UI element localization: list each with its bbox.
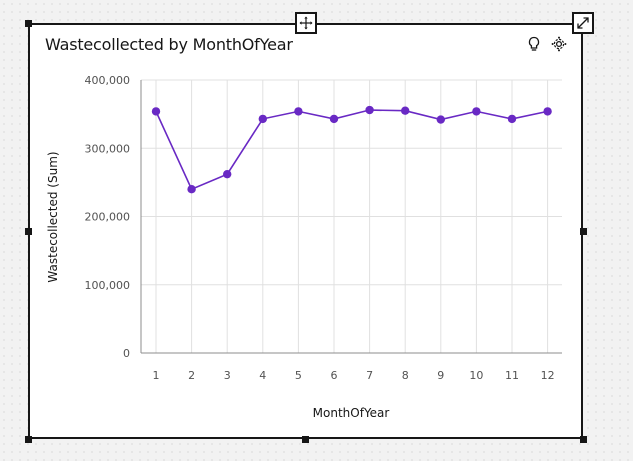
move-icon[interactable]: [295, 12, 317, 34]
resize-handle-bottom-right[interactable]: [580, 436, 587, 443]
y-tick-label: 300,000: [85, 142, 131, 155]
resize-handle-left[interactable]: [25, 228, 32, 235]
x-tick-label: 8: [402, 369, 409, 382]
x-tick-label: 10: [469, 369, 483, 382]
x-tick-label: 12: [541, 369, 555, 382]
grid-lines: [141, 79, 562, 353]
tick-labels: 0100,000200,000300,000400,0001 2 3 4 5 6 7 8 9 10…: [85, 74, 555, 382]
x-tick-label: 7: [366, 369, 373, 382]
data-point: [329, 114, 339, 124]
y-tick-label: 200,000: [85, 211, 131, 224]
x-tick-label: 3: [224, 369, 231, 382]
resize-handle-bottom-left[interactable]: [25, 436, 32, 443]
data-point: [543, 107, 552, 116]
data-point: [472, 107, 481, 116]
data-point: [187, 185, 196, 194]
y-axis-label: Wastecollected (Sum): [46, 151, 60, 282]
resize-handle-right[interactable]: [580, 228, 587, 235]
y-tick-label: 0: [123, 347, 130, 360]
data-point: [151, 107, 161, 116]
series-line: [155, 109, 548, 191]
x-tick-label: 11: [505, 369, 519, 382]
data-point: [436, 115, 445, 124]
data-point: [401, 106, 410, 115]
line-chart: 0100,000200,000300,000400,0001 2 3 4 5 6 7 8 9 10…: [46, 74, 562, 420]
expand-icon[interactable]: [572, 12, 594, 34]
data-point: [365, 105, 374, 115]
data-point: [223, 169, 232, 179]
x-tick-label: 1: [153, 369, 160, 382]
resize-handle-top-left[interactable]: [25, 20, 32, 27]
resize-handle-bottom[interactable]: [302, 436, 309, 443]
y-tick-label: 100,000: [85, 279, 131, 292]
x-axis-label: MonthOfYear: [313, 406, 390, 420]
x-tick-label: 5: [295, 369, 302, 382]
x-tick-label: 4: [259, 369, 266, 382]
data-point: [507, 114, 517, 124]
y-tick-label: 400,000: [85, 74, 131, 87]
data-point: [294, 107, 303, 116]
x-tick-label: 9: [437, 369, 444, 382]
series-layer: [151, 105, 552, 194]
x-tick-label: 2: [188, 369, 195, 382]
data-point: [258, 114, 267, 124]
x-tick-label: 6: [331, 369, 338, 382]
